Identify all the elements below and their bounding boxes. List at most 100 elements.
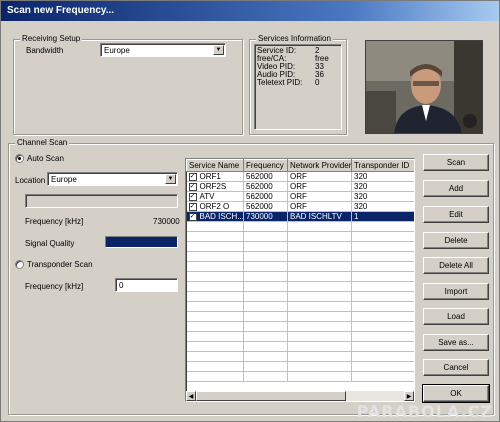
- transponder-scan-label[interactable]: Transponder Scan: [27, 260, 93, 269]
- frequency-value: 730000: [153, 217, 180, 226]
- channel-scan-title: Channel Scan: [15, 138, 70, 147]
- service-name: ATV: [199, 192, 215, 201]
- receiving-setup-title: Receiving Setup: [20, 34, 83, 43]
- col-transponder-id[interactable]: Transponder ID: [351, 159, 414, 172]
- table-row-selected[interactable]: ✓ BAD ISCH... 730000 BAD ISCHLTV 1: [186, 211, 414, 222]
- frequency-cell: 562000: [243, 171, 288, 182]
- services-info-group: Services Information Service ID: 2 free/…: [249, 34, 347, 135]
- teletext-pid-row: Teletext PID: 0: [257, 79, 329, 87]
- table-row[interactable]: ✓ ORF2S 562000 ORF 320: [186, 181, 414, 192]
- location-value: Europe: [51, 175, 77, 184]
- checkbox-checked-icon[interactable]: ✓: [188, 192, 197, 201]
- chevron-down-icon[interactable]: ▼: [213, 45, 224, 55]
- table-row-empty: [186, 221, 414, 232]
- transponder-cell: 320: [351, 171, 414, 182]
- table-header: Service Name Frequency Network Provider …: [186, 159, 414, 172]
- provider-cell: ORF: [287, 191, 352, 202]
- col-service-name[interactable]: Service Name: [186, 159, 244, 172]
- transponder-scan-radio[interactable]: [15, 260, 24, 269]
- service-name: ORF2 O: [199, 202, 230, 211]
- delete-all-button[interactable]: Delete All: [423, 257, 489, 274]
- table-row[interactable]: ✓ ATV 562000 ORF 320: [186, 191, 414, 202]
- table-row-empty: [186, 251, 414, 262]
- table-row-empty: [186, 301, 414, 312]
- table-row-empty: [186, 351, 414, 362]
- teletext-pid-label: Teletext PID:: [257, 78, 303, 87]
- table-row-empty: [186, 371, 414, 382]
- service-table: Service Name Frequency Network Provider …: [186, 159, 414, 382]
- services-info-panel: Service ID: 2 free/CA: free Video PID: 3…: [254, 44, 342, 130]
- frequency-cell: 562000: [243, 201, 288, 212]
- checkbox-checked-icon[interactable]: ✓: [188, 202, 197, 211]
- signal-quality-fill: [106, 237, 177, 247]
- scroll-right-icon[interactable]: ▶: [404, 391, 414, 401]
- frequency-cell: 730000: [243, 211, 288, 222]
- checkbox-checked-icon[interactable]: ✓: [188, 212, 197, 221]
- service-name: ORF2S: [199, 182, 227, 191]
- table-row-empty: [186, 331, 414, 342]
- transponder-frequency-value: 0: [119, 281, 124, 290]
- provider-cell: BAD ISCHLTV: [287, 211, 352, 222]
- location-select[interactable]: Europe ▼: [47, 172, 178, 186]
- video-preview: [365, 40, 483, 134]
- edit-button[interactable]: Edit: [423, 206, 489, 223]
- save-as-button[interactable]: Save as...: [423, 334, 489, 351]
- auto-scan-radio[interactable]: [15, 154, 24, 163]
- signal-quality-bar: [105, 236, 178, 248]
- bandwidth-label: Bandwidth: [26, 46, 64, 55]
- table-row-empty: [186, 291, 414, 302]
- teletext-pid-value: 0: [315, 78, 320, 87]
- frequency-label: Frequency [kHz]: [25, 217, 84, 226]
- services-info-title: Services Information: [256, 34, 333, 43]
- video-frame-image: [366, 41, 482, 133]
- signal-quality-label: Signal Quality: [25, 239, 75, 248]
- bandwidth-value: Europe: [104, 46, 130, 55]
- channel-scan-group: Channel Scan Auto Scan Location Europe ▼…: [8, 138, 494, 415]
- transponder-frequency-label: Frequency [kHz]: [25, 282, 84, 291]
- scan-dialog: Scan new Frequency... Receiving Setup Ba…: [0, 0, 500, 422]
- transponder-cell: 320: [351, 191, 414, 202]
- location-label: Location: [15, 176, 46, 185]
- table-row[interactable]: ✓ ORF2 O 562000 ORF 320: [186, 201, 414, 212]
- table-row-empty: [186, 271, 414, 282]
- scan-button[interactable]: Scan: [423, 154, 489, 171]
- add-button[interactable]: Add: [423, 180, 489, 197]
- frequency-cell: 562000: [243, 191, 288, 202]
- table-row-empty: [186, 311, 414, 322]
- col-frequency[interactable]: Frequency: [243, 159, 288, 172]
- import-button[interactable]: Import: [423, 283, 489, 300]
- bandwidth-select[interactable]: Europe ▼: [100, 43, 226, 57]
- ok-button[interactable]: OK: [422, 384, 490, 403]
- service-name: ORF1: [199, 172, 221, 181]
- col-network-provider[interactable]: Network Provider: [287, 159, 352, 172]
- table-row-empty: [186, 241, 414, 252]
- transponder-frequency-input[interactable]: 0: [115, 278, 178, 292]
- delete-button[interactable]: Delete: [423, 232, 489, 249]
- watermark: PARABOLA.CZ: [356, 402, 493, 421]
- table-row-empty: [186, 361, 414, 372]
- scroll-thumb[interactable]: [196, 391, 346, 401]
- frequency-cell: 562000: [243, 181, 288, 192]
- chevron-down-icon[interactable]: ▼: [165, 174, 176, 184]
- provider-cell: ORF: [287, 201, 352, 212]
- table-row-empty: [186, 231, 414, 242]
- checkbox-checked-icon[interactable]: ✓: [188, 172, 197, 181]
- table-row-empty: [186, 321, 414, 332]
- service-list: Service Name Frequency Network Provider …: [185, 158, 415, 402]
- transponder-cell: 320: [351, 201, 414, 212]
- load-button[interactable]: Load: [423, 308, 489, 325]
- table-row-empty: [186, 261, 414, 272]
- window-title: Scan new Frequency...: [1, 1, 499, 21]
- provider-cell: ORF: [287, 171, 352, 182]
- cancel-button[interactable]: Cancel: [423, 359, 489, 376]
- auto-scan-label[interactable]: Auto Scan: [27, 154, 64, 163]
- receiving-setup-group: Receiving Setup Bandwidth Europe ▼: [13, 34, 243, 135]
- service-name: BAD ISCH...: [199, 212, 244, 221]
- transponder-cell: 320: [351, 181, 414, 192]
- table-row[interactable]: ✓ ORF1 562000 ORF 320: [186, 171, 414, 182]
- horizontal-scrollbar[interactable]: ◀ ▶: [186, 391, 414, 401]
- scroll-left-icon[interactable]: ◀: [186, 391, 196, 401]
- transponder-cell: 1: [351, 211, 414, 222]
- checkbox-checked-icon[interactable]: ✓: [188, 182, 197, 191]
- table-row-empty: [186, 341, 414, 352]
